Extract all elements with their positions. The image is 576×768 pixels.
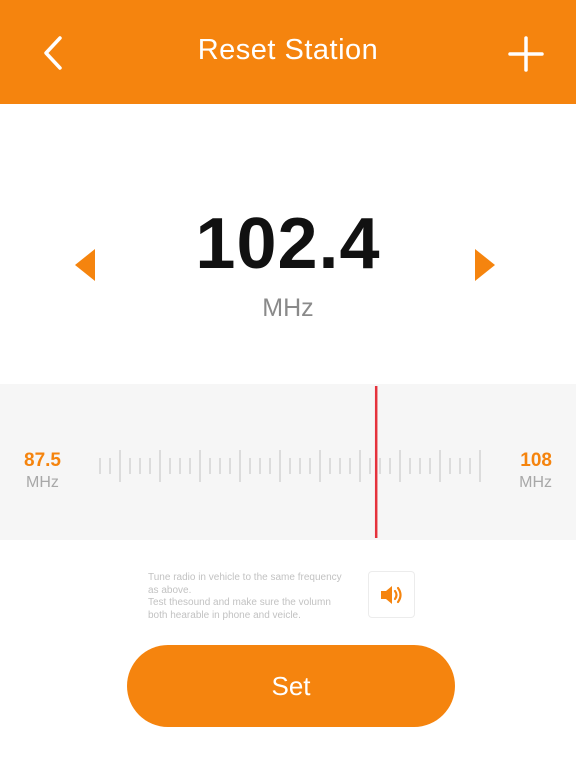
plus-icon [508, 36, 544, 72]
speaker-icon [381, 586, 402, 604]
hint-text: Tune radio in vehicle to the same freque… [148, 572, 364, 622]
range-min-value: 87.5 [24, 450, 61, 471]
hint-line: both hearable in phone and veicle. [148, 609, 301, 621]
chevron-left-icon [44, 36, 62, 70]
back-button[interactable] [36, 30, 72, 76]
range-max-unit: MHz [519, 474, 552, 491]
hint-line: Test thesound and make sure the volumn [148, 597, 331, 608]
tune-up-button[interactable] [472, 247, 498, 283]
page-title: Reset Station [197, 34, 379, 66]
triangle-right-icon [475, 249, 495, 281]
header-bar: Reset Station [0, 0, 576, 104]
tuner-scale[interactable] [0, 384, 576, 540]
hint-line: Tune radio in vehicle to the same freque… [148, 572, 342, 583]
hint-line: as above. [148, 584, 192, 596]
range-max-value: 108 [520, 450, 552, 471]
set-button[interactable]: Set [127, 645, 455, 727]
add-button[interactable] [505, 33, 547, 75]
frequency-value: 102.4 [195, 204, 381, 284]
tune-down-button[interactable] [72, 247, 98, 283]
range-min-unit: MHz [26, 474, 59, 491]
triangle-left-icon [75, 249, 95, 281]
frequency-unit: MHz [262, 294, 314, 322]
test-sound-button[interactable] [368, 571, 415, 618]
